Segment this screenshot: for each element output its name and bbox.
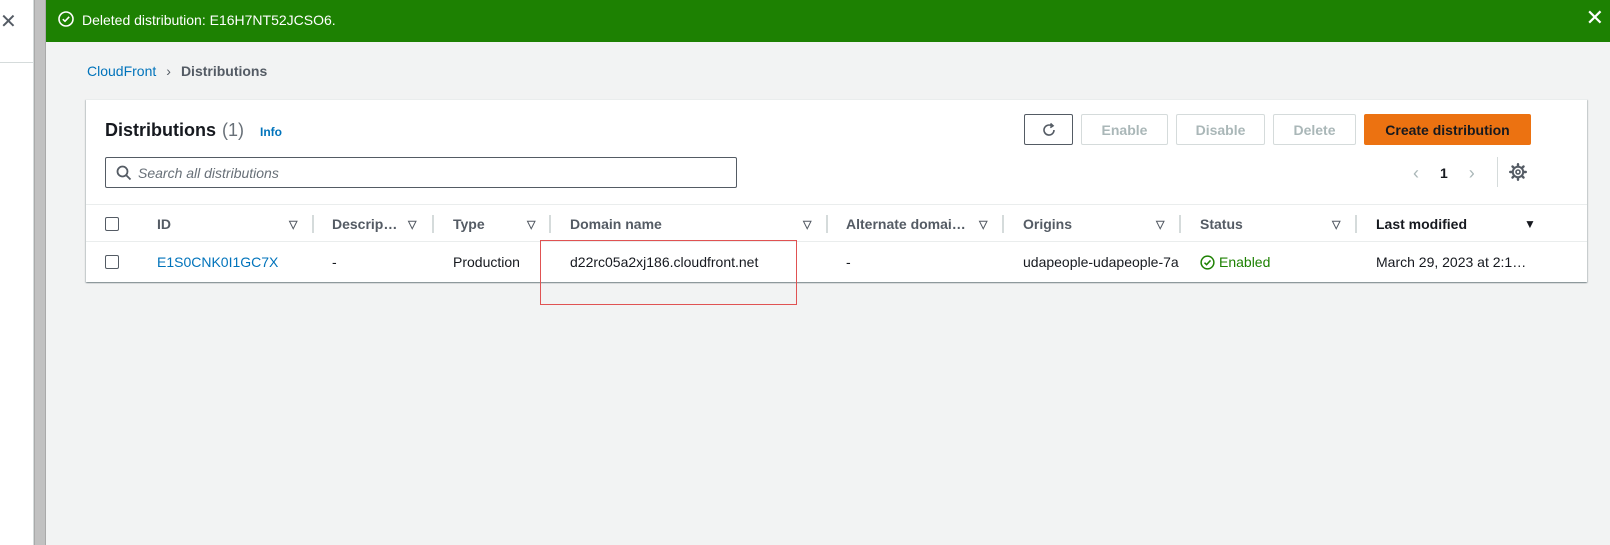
scrollbar[interactable] [34, 0, 46, 545]
distribution-id-link[interactable]: E1S0CNK0I1GC7X [157, 242, 278, 282]
pagination: ‹ 1 › [1406, 160, 1482, 186]
distributions-panel: Distributions (1) Info Enable Disable De… [86, 99, 1587, 282]
side-divider [0, 62, 34, 63]
column-resizer[interactable] [1002, 215, 1004, 233]
side-panel: ✕ [0, 0, 34, 545]
enable-button[interactable]: Enable [1081, 114, 1168, 145]
column-label-alternate-domain: Alternate domai… [846, 216, 966, 232]
column-label-id: ID [157, 216, 171, 232]
success-flashbar: Deleted distribution: E16H7NT52JCSO6. ✕ [46, 0, 1610, 42]
status-badge: Enabled [1200, 242, 1270, 282]
cell-description: - [332, 254, 337, 270]
page-title: Distributions (1) Info [105, 120, 282, 141]
column-label-description: Descrip… [332, 216, 398, 232]
column-resizer[interactable] [549, 215, 551, 233]
cell-origins: udapeople-udapeople-7a [1023, 254, 1179, 270]
breadcrumb-cloudfront[interactable]: CloudFront [87, 63, 156, 79]
refresh-button[interactable] [1024, 114, 1073, 145]
delete-button[interactable]: Delete [1273, 114, 1356, 145]
flash-message: Deleted distribution: E16H7NT52JCSO6. [82, 12, 336, 28]
table-row[interactable]: E1S0CNK0I1GC7X - Production d22rc05a2xj1… [86, 242, 1587, 282]
column-header-type[interactable]: Type [453, 205, 485, 243]
column-label-domain-name: Domain name [570, 216, 662, 232]
cell-alternate-domain: - [846, 254, 851, 270]
create-distribution-button[interactable]: Create distribution [1364, 114, 1531, 145]
column-label-status: Status [1200, 216, 1243, 232]
panel-title-text: Distributions [105, 120, 216, 140]
next-page-icon[interactable]: › [1462, 163, 1482, 184]
disable-button[interactable]: Disable [1176, 114, 1265, 145]
column-resizer[interactable] [312, 215, 314, 233]
settings-gear-icon[interactable] [1509, 163, 1527, 181]
breadcrumb-distributions: Distributions [180, 63, 268, 79]
refresh-icon [1042, 122, 1055, 136]
column-header-domain-name[interactable]: Domain name [570, 205, 662, 243]
table-header: ID ▽ Descrip… ▽ Type ▽ Domain name ▽ Alt… [86, 204, 1587, 242]
column-resizer[interactable] [826, 215, 828, 233]
chevron-right-icon: › [166, 63, 171, 79]
column-label-last-modified: Last modified [1376, 216, 1468, 232]
check-circle-icon [1200, 254, 1215, 270]
cell-last-modified: March 29, 2023 at 2:1… [1376, 254, 1527, 270]
column-label-origins: Origins [1023, 216, 1073, 232]
close-icon[interactable]: ✕ [0, 12, 17, 32]
search-icon [116, 165, 132, 181]
info-link[interactable]: Info [260, 125, 282, 139]
column-header-origins[interactable]: Origins [1023, 205, 1072, 243]
distribution-count: (1) [222, 120, 244, 140]
search-input[interactable] [138, 158, 728, 187]
dismiss-flash-button[interactable]: ✕ [1586, 7, 1604, 29]
check-circle-icon [58, 11, 74, 27]
column-header-last-modified[interactable]: Last modified [1376, 205, 1467, 243]
column-label-type: Type [453, 216, 485, 232]
current-page-number[interactable]: 1 [1440, 165, 1448, 181]
row-select-checkbox[interactable] [105, 255, 119, 269]
column-header-description[interactable]: Descrip… [332, 205, 397, 243]
search-field [105, 157, 737, 188]
column-header-id[interactable]: ID [157, 205, 171, 243]
breadcrumb: CloudFront › Distributions [87, 63, 267, 79]
select-all-checkbox[interactable] [105, 217, 119, 231]
column-header-status[interactable]: Status [1200, 205, 1243, 243]
pager-divider [1497, 157, 1498, 187]
column-header-alternate-domain[interactable]: Alternate domai… [846, 205, 966, 243]
status-text: Enabled [1219, 254, 1271, 270]
cell-type: Production [453, 254, 520, 270]
previous-page-icon[interactable]: ‹ [1406, 163, 1426, 184]
annotation-highlight-box [540, 240, 797, 305]
column-resizer[interactable] [1355, 215, 1357, 233]
column-resizer[interactable] [1179, 215, 1181, 233]
column-resizer[interactable] [432, 215, 434, 233]
